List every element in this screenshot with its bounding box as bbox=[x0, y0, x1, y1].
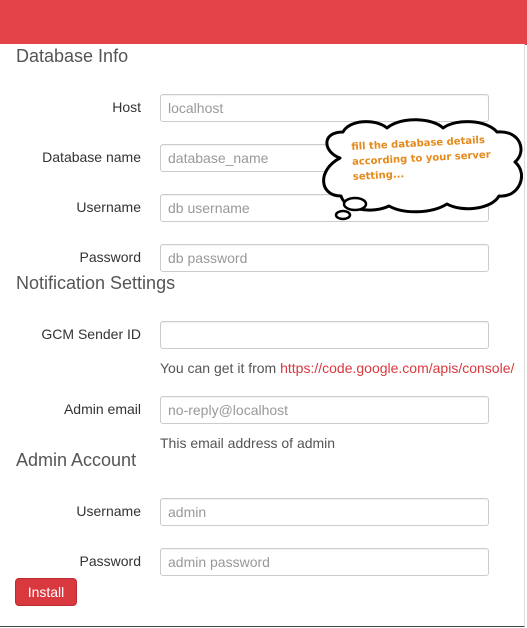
callout-text: fill the database details according to y… bbox=[351, 134, 491, 183]
db-password-label: Password bbox=[79, 249, 141, 265]
admin-email-label: Admin email bbox=[63, 401, 141, 417]
section-title-admin: Admin Account bbox=[16, 450, 137, 470]
gcm-help-prefix: You can get it from bbox=[160, 360, 281, 376]
install-button[interactable]: Install bbox=[15, 578, 77, 606]
admin-username-label: Username bbox=[76, 503, 141, 519]
admin-username-input[interactable] bbox=[160, 498, 489, 526]
gcm-help-text: You can get it from https://code.google.… bbox=[160, 360, 514, 376]
gcm-sender-input[interactable] bbox=[160, 321, 489, 349]
admin-email-input[interactable] bbox=[160, 396, 489, 424]
db-password-input[interactable] bbox=[160, 244, 489, 272]
google-console-link[interactable]: https://code.google.com/apis/console/ bbox=[280, 360, 514, 376]
admin-password-label: Password bbox=[79, 553, 141, 569]
top-header-bar bbox=[0, 0, 527, 45]
admin-password-input[interactable] bbox=[160, 548, 489, 576]
db-username-label: Username bbox=[76, 199, 141, 215]
section-title-notification: Notification Settings bbox=[16, 273, 176, 293]
host-label: Host bbox=[112, 99, 141, 115]
section-title-database: Database Info bbox=[16, 46, 129, 66]
database-name-label: Database name bbox=[42, 149, 141, 165]
admin-email-help: This email address of admin bbox=[160, 435, 336, 451]
gcm-sender-label: GCM Sender ID bbox=[41, 326, 141, 342]
